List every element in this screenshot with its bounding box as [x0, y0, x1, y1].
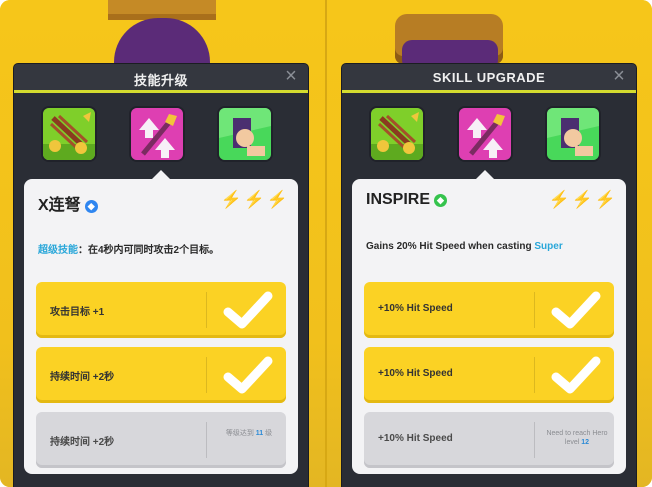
skill-card: INSPIRE ◆ ⚡ ⚡ ⚡ Gains 20% Hit Speed when ca…	[352, 179, 626, 474]
skill-upgrade-panel-left: 技能升级 × X连弩 ◆ ⚡ ⚡ ⚡ 超级技能：在4秒内可同时攻击2个目标。 攻…	[14, 64, 308, 487]
row-divider	[206, 292, 207, 328]
level-requirement: 等级达到 11 级	[218, 429, 280, 438]
selection-pointer	[152, 170, 170, 179]
close-icon[interactable]: ×	[610, 66, 628, 86]
lightning-bolt-icon: ⚡	[548, 190, 570, 209]
skill-icon-inspire[interactable]	[459, 108, 511, 160]
description-text: Gains 20% Hit Speed when casting	[366, 241, 535, 252]
panel-title: 技能升级	[133, 73, 188, 88]
skill-type-icon: ◆	[434, 194, 448, 207]
row-divider	[206, 422, 207, 458]
upgrade-label: 攻击目标 +1	[50, 307, 105, 318]
close-icon[interactable]: ×	[282, 66, 300, 86]
upgrade-row-3-locked: +10% Hit Speed Need to reach Hero level …	[364, 412, 614, 468]
upgrade-label: +10% Hit Speed	[378, 303, 453, 314]
skill-card: X连弩 ◆ ⚡ ⚡ ⚡ 超级技能：在4秒内可同时攻击2个目标。 攻击目标 +1 持续时…	[24, 179, 298, 474]
upgrade-row-2: 持续时间 +2秒	[36, 347, 286, 403]
requirement-text: Need to reach Hero level	[546, 430, 608, 446]
check-icon	[223, 291, 273, 329]
skill-level-indicator: ⚡ ⚡ ⚡	[218, 191, 288, 210]
row-divider	[534, 292, 535, 328]
skill-name: X连弩 ◆	[38, 191, 98, 215]
accent-line	[342, 90, 636, 93]
row-divider	[534, 357, 535, 393]
upgrade-row-3-locked: 持续时间 +2秒 等级达到 11 级	[36, 412, 286, 468]
skill-icon-portrait[interactable]	[547, 108, 599, 160]
skill-type-icon: ◆	[84, 200, 98, 213]
requirement-text: 等级达到	[225, 430, 256, 437]
lightning-bolt-icon: ⚡	[571, 190, 593, 209]
skill-name-text: INSPIRE	[366, 191, 431, 208]
row-divider	[534, 422, 535, 458]
game-screen: 技能升级 × X连弩 ◆ ⚡ ⚡ ⚡ 超级技能：在4秒内可同时攻击2个目标。 攻…	[0, 0, 652, 487]
requirement-level: 12	[581, 439, 590, 446]
level-requirement: Need to reach Hero level 12	[546, 429, 608, 447]
check-icon	[551, 356, 601, 394]
skill-icon-crossbow[interactable]	[371, 108, 423, 160]
skill-name: INSPIRE ◆	[366, 191, 448, 209]
upgrade-label: +10% Hit Speed	[378, 368, 453, 379]
skill-description: Gains 20% Hit Speed when casting Super	[366, 241, 616, 252]
check-icon	[551, 291, 601, 329]
check-icon	[223, 356, 273, 394]
description-highlight: Super	[534, 241, 563, 252]
upgrade-row-1: 攻击目标 +1	[36, 282, 286, 338]
upgrade-row-2: +10% Hit Speed	[364, 347, 614, 403]
skill-description: 超级技能：在4秒内可同时攻击2个目标。	[38, 241, 288, 256]
hero-crown-left	[108, 0, 216, 20]
lightning-bolt-icon: ⚡	[594, 190, 616, 209]
upgrade-row-1: +10% Hit Speed	[364, 282, 614, 338]
skill-level-indicator: ⚡ ⚡ ⚡	[546, 191, 616, 210]
upgrade-label: 持续时间 +2秒	[50, 437, 115, 448]
panel-title: SKILL UPGRADE	[432, 70, 546, 85]
lightning-bolt-icon: ⚡	[220, 190, 242, 209]
skill-icon-inspire[interactable]	[131, 108, 183, 160]
split-divider	[325, 0, 327, 487]
accent-line	[14, 90, 308, 93]
upgrade-label: 持续时间 +2秒	[50, 372, 115, 383]
row-divider	[206, 357, 207, 393]
requirement-suffix: 级	[263, 430, 273, 437]
skill-icon-crossbow[interactable]	[43, 108, 95, 160]
skill-upgrade-panel-right: SKILL UPGRADE × INSPIRE ◆ ⚡ ⚡ ⚡ Gains 20…	[342, 64, 636, 487]
lightning-bolt-icon: ⚡	[266, 190, 288, 209]
selection-pointer	[476, 170, 494, 179]
lightning-bolt-icon: ⚡	[243, 190, 265, 209]
skill-name-text: X连弩	[38, 197, 81, 214]
skill-icon-portrait[interactable]	[219, 108, 271, 160]
upgrade-label: +10% Hit Speed	[378, 433, 453, 444]
description-text: ：在4秒内可同时攻击2个目标。	[78, 245, 220, 256]
description-highlight: 超级技能	[38, 245, 78, 256]
